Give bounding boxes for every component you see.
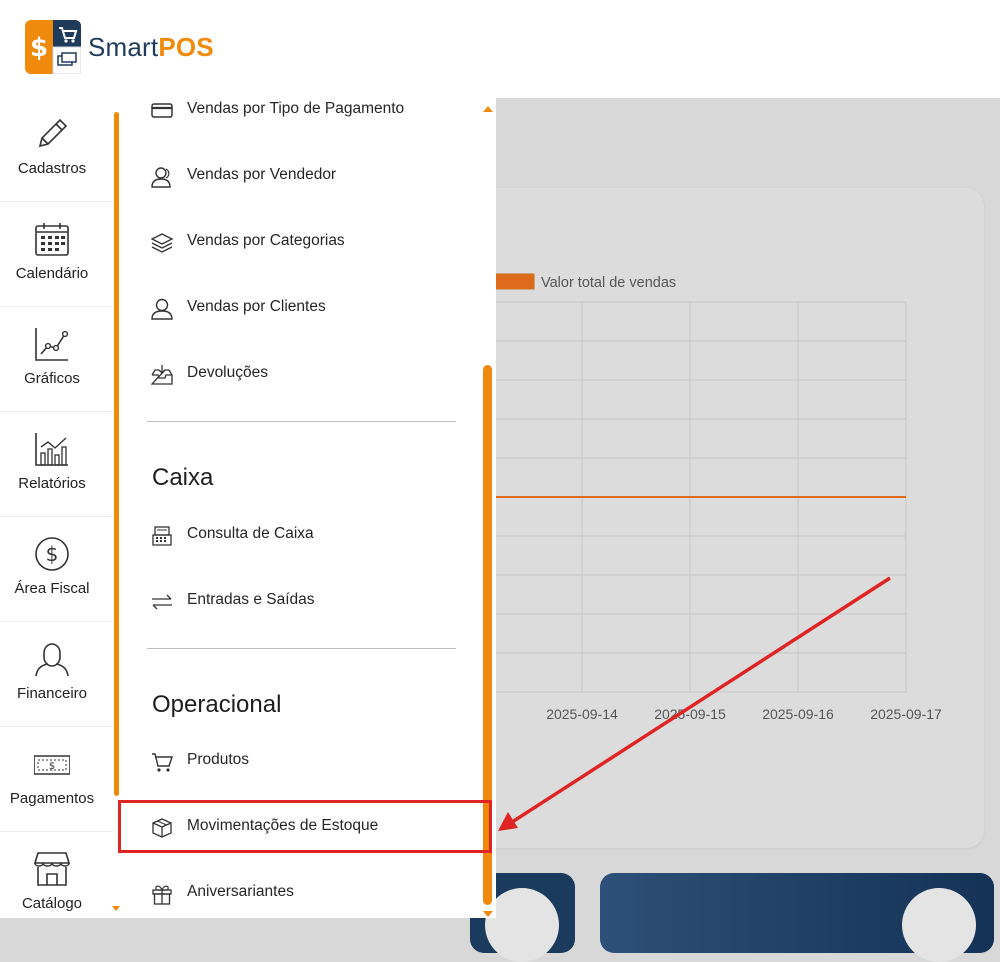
menu-item-label: Consulta de Caixa xyxy=(187,525,314,542)
inbox-return-icon xyxy=(151,365,173,385)
section-title-operacional: Operacional xyxy=(152,691,282,718)
rail-item-area-fiscal[interactable]: $ Área Fiscal xyxy=(0,518,113,622)
menu-item-vendas-tipo-pagamento[interactable]: Vendas por Tipo de Pagamento xyxy=(151,96,471,126)
menu-item-label: Produtos xyxy=(187,751,250,768)
section-title-caixa: Caixa xyxy=(152,464,214,491)
menu-item-label: Aniversariantes xyxy=(187,883,294,900)
menu-item-label: Vendas por Clientes xyxy=(187,298,326,315)
rail-label: Cadastros xyxy=(17,160,87,177)
chart-x-tick-label: 2025-09-16 xyxy=(762,706,834,722)
rail-item-cadastros[interactable]: Cadastros xyxy=(0,98,113,202)
storefront-icon xyxy=(34,852,70,886)
rail-label: Pagamentos xyxy=(9,790,95,807)
annotation-highlight-box xyxy=(118,800,492,853)
summary-card-wide[interactable] xyxy=(600,873,994,962)
svg-text:$: $ xyxy=(30,33,48,63)
layers-icon xyxy=(151,233,173,253)
menu-item-aniversariantes[interactable]: Aniversariantes xyxy=(151,879,471,909)
dollar-circle-icon: $ xyxy=(35,537,69,571)
rail-item-relatorios[interactable]: Relatórios xyxy=(0,413,113,517)
sales-chart-card: …132025-09-142025-09-152025-09-162025-09… xyxy=(470,188,984,848)
section-divider xyxy=(147,421,456,422)
cash-register-icon xyxy=(152,526,172,546)
rail-label: Financeiro xyxy=(16,685,88,702)
chart-legend-swatch xyxy=(495,273,535,290)
person-icon xyxy=(35,643,69,677)
user-icon xyxy=(151,298,173,320)
section-divider xyxy=(147,648,456,649)
rail-item-graficos[interactable]: Gráficos xyxy=(0,308,113,412)
app-header: $ SmartPOS xyxy=(0,0,1000,98)
menu-item-label: Vendas por Vendedor xyxy=(187,166,337,183)
sales-line-chart: …132025-09-142025-09-152025-09-162025-09… xyxy=(470,273,942,722)
calendar-icon xyxy=(35,223,69,256)
rail-label: Catálogo xyxy=(21,895,83,912)
menu-item-vendas-vendedor[interactable]: Vendas por Vendedor xyxy=(151,162,471,192)
chart-x-tick-label: 2025-09-15 xyxy=(654,706,726,722)
chart-x-tick-label: 2025-09-17 xyxy=(870,706,942,722)
menu-item-label: Vendas por Categorias xyxy=(187,232,345,249)
panel-scroll-down-icon[interactable] xyxy=(483,911,493,917)
menu-item-label: Devoluções xyxy=(187,364,268,381)
menu-item-produtos[interactable]: Produtos xyxy=(151,747,471,777)
menu-item-label: Vendas por Tipo de Pagamento xyxy=(187,100,405,117)
cart-icon xyxy=(152,753,173,772)
chart-x-tick-label: 2025-09-14 xyxy=(546,706,618,722)
svg-text:$: $ xyxy=(49,761,55,772)
svg-text:$: $ xyxy=(46,542,59,566)
summary-card-icon-bg xyxy=(485,888,559,962)
panel-scroll-up-icon[interactable] xyxy=(483,106,493,112)
left-nav-rail: Cadastros Calendário Gráficos Relatórios… xyxy=(0,98,113,918)
bar-chart-icon xyxy=(35,433,68,466)
rail-item-financeiro[interactable]: Financeiro xyxy=(0,623,113,727)
rail-item-calendario[interactable]: Calendário xyxy=(0,203,113,307)
reports-submenu-panel: Vendas por Tipo de Pagamento Vendas por … xyxy=(121,98,496,918)
arrows-exchange-icon xyxy=(152,594,172,610)
brand-suffix: POS xyxy=(158,32,214,62)
rail-label: Relatórios xyxy=(18,475,86,492)
credit-card-icon xyxy=(151,103,173,118)
users-icon xyxy=(151,167,171,188)
rail-label: Gráficos xyxy=(24,370,80,387)
chart-legend-label: Valor total de vendas xyxy=(541,275,676,291)
rail-scroll-down-icon[interactable] xyxy=(112,906,120,911)
menu-item-entradas-saidas[interactable]: Entradas e Saídas xyxy=(151,587,471,617)
rail-item-pagamentos[interactable]: $ Pagamentos xyxy=(0,728,113,832)
smartpos-logo-icon: $ xyxy=(25,20,82,75)
brand-name: SmartPOS xyxy=(88,32,214,62)
menu-item-vendas-clientes[interactable]: Vendas por Clientes xyxy=(151,294,471,324)
line-chart-icon xyxy=(35,328,69,361)
pencil-icon xyxy=(38,118,68,148)
menu-item-label: Entradas e Saídas xyxy=(187,591,315,608)
summary-card-icon-bg xyxy=(902,888,976,962)
menu-item-vendas-categorias[interactable]: Vendas por Categorias xyxy=(151,228,471,258)
rail-label: Calendário xyxy=(15,265,89,282)
rail-item-catalogo[interactable]: Catálogo xyxy=(0,833,113,937)
rail-scrollbar-thumb[interactable] xyxy=(114,112,119,796)
menu-item-devolucoes[interactable]: Devoluções xyxy=(151,360,471,390)
banknote-icon: $ xyxy=(34,755,70,775)
gift-icon xyxy=(152,885,172,905)
rail-label: Área Fiscal xyxy=(14,580,90,597)
menu-item-consulta-caixa[interactable]: Consulta de Caixa xyxy=(151,521,471,551)
